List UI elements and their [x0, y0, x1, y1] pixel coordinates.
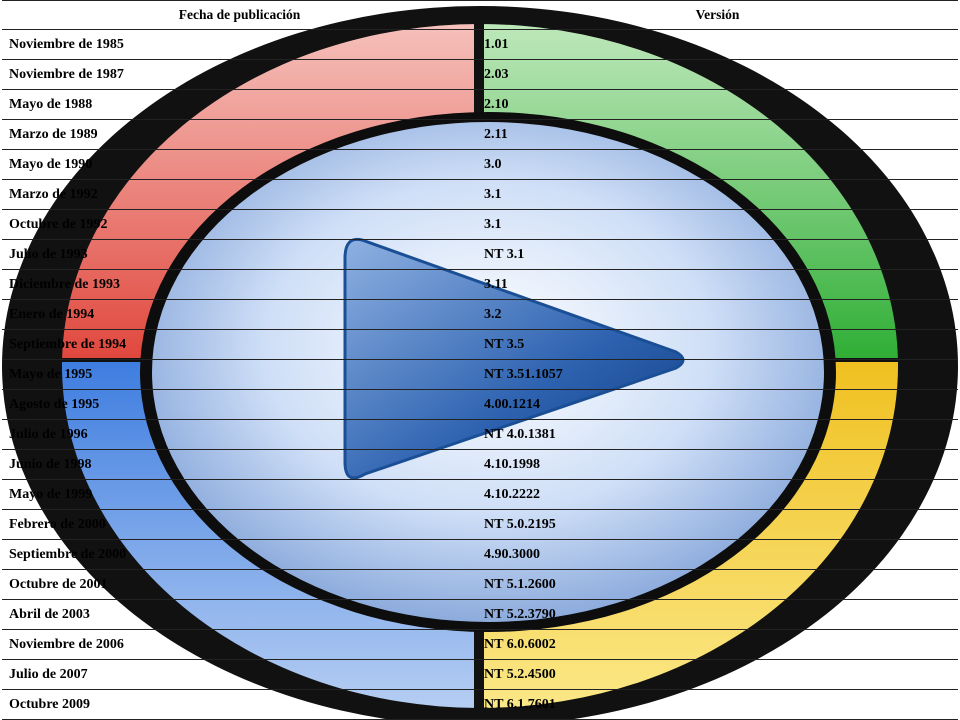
- release-date-cell: Mayo de 1988: [2, 89, 477, 120]
- table-row: Octubre 2009 NT 6.1.7601: [2, 689, 958, 720]
- version-cell: 4.10.1998: [477, 449, 958, 480]
- table-row: Febrero de 2000 NT 5.0.2195: [2, 509, 958, 540]
- release-date-cell: Febrero de 2000: [2, 509, 477, 540]
- version-cell: 3.11: [477, 269, 958, 300]
- release-date-cell: Mayo de 1990: [2, 149, 477, 180]
- header-release-date: Fecha de publicación: [2, 0, 477, 30]
- version-cell: NT 6.1.7601: [477, 689, 958, 720]
- version-cell: NT 5.1.2600: [477, 569, 958, 600]
- version-cell: 4.90.3000: [477, 539, 958, 570]
- table-row: Marzo de 1989 2.11: [2, 119, 958, 150]
- version-cell: NT 5.2.4500: [477, 659, 958, 690]
- version-cell: 2.03: [477, 59, 958, 90]
- table-row: Noviembre de 1987 2.03: [2, 59, 958, 90]
- version-cell: 1.01: [477, 29, 958, 60]
- table-row: Mayo de 1995 NT 3.51.1057: [2, 359, 958, 390]
- release-date-cell: Julio de 1996: [2, 419, 477, 450]
- table-row: Octubre de 1992 3.1: [2, 209, 958, 240]
- release-date-cell: Octubre de 2001: [2, 569, 477, 600]
- release-date-cell: Mayo de 1995: [2, 359, 477, 390]
- table-row: Mayo de 1999 4.10.2222: [2, 479, 958, 510]
- version-cell: 3.0: [477, 149, 958, 180]
- version-cell: 2.10: [477, 89, 958, 120]
- version-cell: 4.00.1214: [477, 389, 958, 420]
- version-cell: 3.1: [477, 179, 958, 210]
- version-cell: NT 6.0.6002: [477, 629, 958, 660]
- release-date-cell: Diciembre de 1993: [2, 269, 477, 300]
- table-row: Mayo de 1988 2.10: [2, 89, 958, 120]
- version-cell: 2.11: [477, 119, 958, 150]
- table-row: Enero de 1994 3.2: [2, 299, 958, 330]
- release-date-cell: Agosto de 1995: [2, 389, 477, 420]
- table-row: Septiembre de 2000 4.90.3000: [2, 539, 958, 570]
- table-row: Julio de 2007 NT 5.2.4500: [2, 659, 958, 690]
- release-date-cell: Noviembre de 1987: [2, 59, 477, 90]
- release-date-cell: Mayo de 1999: [2, 479, 477, 510]
- release-date-cell: Marzo de 1989: [2, 119, 477, 150]
- release-date-cell: Septiembre de 1994: [2, 329, 477, 360]
- release-date-cell: Julio de 2007: [2, 659, 477, 690]
- table-row: Julio de 1993 NT 3.1: [2, 239, 958, 270]
- release-date-cell: Noviembre de 1985: [2, 29, 477, 60]
- version-cell: NT 5.2.3790: [477, 599, 958, 630]
- table-header-row: Fecha de publicación Versión: [2, 0, 958, 30]
- release-date-cell: Marzo de 1992: [2, 179, 477, 210]
- version-cell: 3.1: [477, 209, 958, 240]
- table-row: Diciembre de 1993 3.11: [2, 269, 958, 300]
- table-row: Octubre de 2001 NT 5.1.2600: [2, 569, 958, 600]
- table-row: Mayo de 1990 3.0: [2, 149, 958, 180]
- table-row: Agosto de 1995 4.00.1214: [2, 389, 958, 420]
- release-date-cell: Noviembre de 2006: [2, 629, 477, 660]
- release-date-cell: Octubre 2009: [2, 689, 477, 720]
- version-cell: NT 3.1: [477, 239, 958, 270]
- version-cell: NT 3.51.1057: [477, 359, 958, 390]
- release-date-cell: Abril de 2003: [2, 599, 477, 630]
- release-date-cell: Junio de 1998: [2, 449, 477, 480]
- version-cell: NT 5.0.2195: [477, 509, 958, 540]
- version-cell: 4.10.2222: [477, 479, 958, 510]
- table-row: Noviembre de 1985 1.01: [2, 29, 958, 60]
- release-date-cell: Julio de 1993: [2, 239, 477, 270]
- release-date-cell: Septiembre de 2000: [2, 539, 477, 570]
- table-row: Abril de 2003 NT 5.2.3790: [2, 599, 958, 630]
- release-history-table: Fecha de publicación Versión Noviembre d…: [2, 0, 958, 720]
- table-row: Noviembre de 2006 NT 6.0.6002: [2, 629, 958, 660]
- table-row: Septiembre de 1994 NT 3.5: [2, 329, 958, 360]
- table-row: Marzo de 1992 3.1: [2, 179, 958, 210]
- version-cell: NT 4.0.1381: [477, 419, 958, 450]
- version-cell: NT 3.5: [477, 329, 958, 360]
- header-version: Versión: [477, 0, 958, 30]
- release-date-cell: Octubre de 1992: [2, 209, 477, 240]
- version-cell: 3.2: [477, 299, 958, 330]
- release-date-cell: Enero de 1994: [2, 299, 477, 330]
- table-row: Julio de 1996 NT 4.0.1381: [2, 419, 958, 450]
- table-row: Junio de 1998 4.10.1998: [2, 449, 958, 480]
